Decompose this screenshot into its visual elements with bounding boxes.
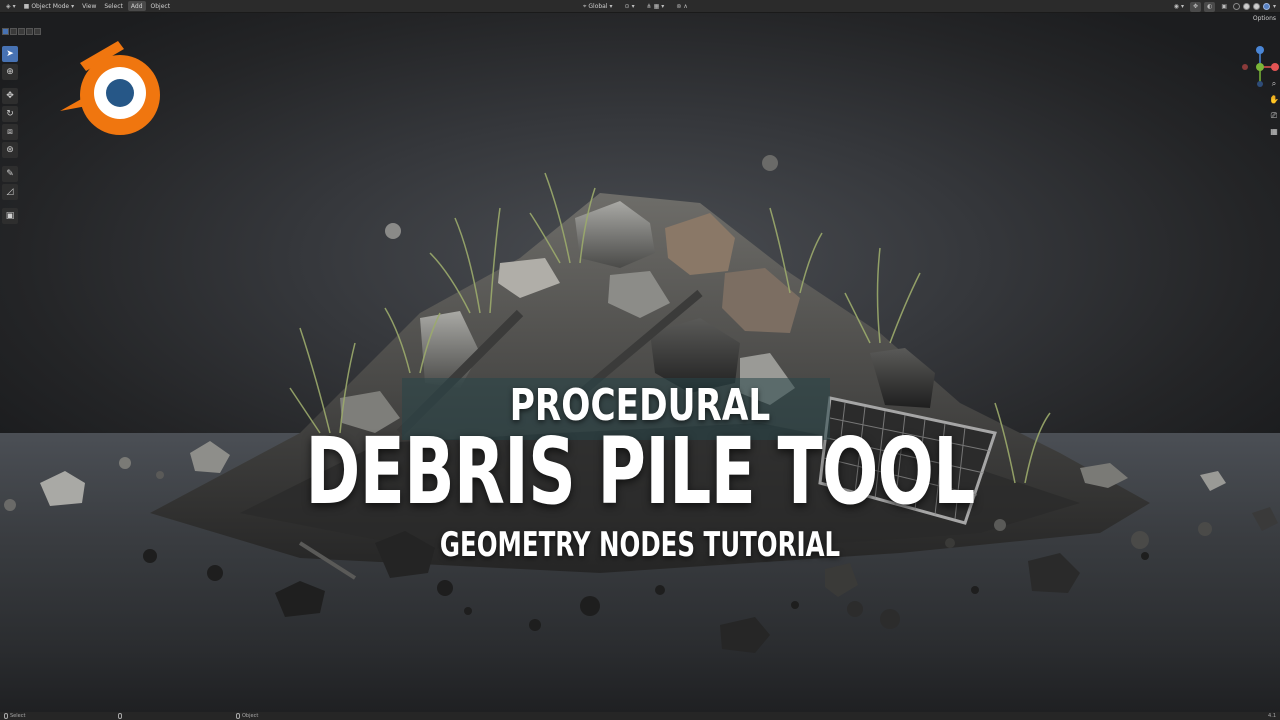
mouse-left-icon — [4, 713, 8, 719]
zoom-icon[interactable]: ⌕ — [1269, 79, 1279, 89]
chevron-down-icon: ▾ — [71, 2, 75, 10]
rotate-icon[interactable]: ↻ — [2, 106, 18, 122]
falloff-icon: ∧ — [683, 3, 688, 10]
snap-grid-icon: ▦ — [653, 3, 660, 10]
measure-icon[interactable]: ◿ — [2, 184, 18, 200]
transform-controls: ⌖ Global ▾ ⊙ ▾ ⋔ ▦ ▾ ⊚ ∧ — [580, 0, 691, 13]
chevron-down-icon: ▾ — [661, 3, 665, 10]
status-version: 4.1 — [1268, 713, 1276, 719]
menu-view[interactable]: View — [79, 1, 99, 11]
options-dropdown[interactable]: Options — [1253, 15, 1276, 22]
xray-icon: ▣ — [1221, 3, 1227, 10]
menu-object[interactable]: Object — [148, 1, 174, 11]
shading-solid-button[interactable] — [1242, 3, 1250, 10]
cursor-icon[interactable]: ⊕ — [2, 64, 18, 80]
title-line-2: DEBRIS PILE TOOL — [305, 418, 975, 525]
xray-toggle[interactable]: ▣ — [1218, 2, 1230, 12]
select-new-icon[interactable] — [2, 28, 9, 35]
debris-scene — [4, 155, 1278, 653]
select-invert-icon[interactable] — [26, 28, 33, 35]
select-extend-icon[interactable] — [10, 28, 17, 35]
select-intersect-icon[interactable] — [34, 28, 41, 35]
proportional-icon: ⊚ — [676, 3, 682, 10]
pivot-icon: ⊙ — [624, 3, 630, 10]
shading-material-button[interactable] — [1252, 3, 1260, 10]
chevron-down-icon: ▾ — [1181, 3, 1185, 10]
gizmo-toggle[interactable]: ✥ — [1190, 1, 1202, 12]
blender-logo — [44, 41, 160, 135]
mouse-middle-icon — [118, 713, 122, 719]
editor-type-icon: ◈ — [6, 2, 11, 10]
3d-viewport[interactable]: ➤ ⊕ ✥ ↻ ⧈ ⊛ ✎ ◿ ▣ ⌕ ✋ ⎚ ▦ — [0, 13, 1280, 712]
overlay-toggle[interactable]: ◐ — [1204, 1, 1216, 12]
status-object-label: Object — [242, 713, 259, 719]
grid-icon[interactable]: ▦ — [1269, 127, 1279, 137]
snap-toggle[interactable]: ⋔ ▦ ▾ — [644, 2, 668, 12]
orientation-icon: ⌖ — [583, 2, 587, 10]
gizmo-x-icon[interactable] — [1271, 63, 1279, 71]
overlay-icon: ◐ — [1207, 3, 1213, 10]
annotate-icon[interactable]: ✎ — [2, 166, 18, 182]
mode-label: Object Mode — [31, 2, 70, 10]
gizmo-neg-z-icon[interactable] — [1257, 81, 1263, 87]
gizmo-z-icon[interactable] — [1256, 46, 1264, 54]
mouse-right-icon — [236, 713, 240, 719]
chevron-down-icon: ▾ — [631, 3, 635, 10]
shading-wireframe-button[interactable] — [1232, 3, 1240, 10]
transform-icon[interactable]: ⊛ — [2, 142, 18, 158]
magnet-icon: ⋔ — [646, 3, 652, 10]
pan-icon[interactable]: ✋ — [1269, 95, 1279, 105]
select-box-icon[interactable]: ➤ — [2, 46, 18, 62]
status-select: Select — [4, 713, 25, 719]
chevron-down-icon[interactable]: ▾ — [1273, 3, 1276, 10]
title-line-3: GEOMETRY NODES TUTORIAL — [439, 525, 841, 565]
menu-add[interactable]: Add — [127, 1, 146, 11]
tool-shelf: ➤ ⊕ ✥ ↻ ⧈ ⊛ ✎ ◿ ▣ — [2, 46, 18, 224]
gizmo-icon: ✥ — [1193, 3, 1199, 10]
status-select-label: Select — [10, 713, 26, 719]
object-mode-icon: ■ — [23, 2, 30, 10]
pivot-selector[interactable]: ⊙ ▾ — [622, 2, 638, 12]
mode-selector[interactable]: ■ Object Mode ▾ — [21, 1, 77, 11]
orientation-label: Global — [588, 3, 608, 10]
gizmo-y-icon[interactable] — [1256, 63, 1264, 71]
selection-mode-row — [2, 28, 41, 35]
viewport-header: ◈ ▾ ■ Object Mode ▾ View Select Add Obje… — [0, 0, 1280, 13]
move-icon[interactable]: ✥ — [2, 88, 18, 104]
select-subtract-icon[interactable] — [18, 28, 25, 35]
scale-icon[interactable]: ⧈ — [2, 124, 18, 140]
add-cube-icon[interactable]: ▣ — [2, 208, 18, 224]
status-bar: Select Object 4.1 — [0, 712, 1280, 720]
eye-icon: ◉ — [1173, 3, 1180, 10]
shading-rendered-button[interactable] — [1262, 3, 1270, 10]
chevron-down-icon: ▾ — [609, 3, 613, 10]
camera-icon[interactable]: ⎚ — [1269, 111, 1279, 121]
menu-select[interactable]: Select — [101, 1, 126, 11]
orientation-selector[interactable]: ⌖ Global ▾ — [580, 2, 616, 12]
proportional-edit-button[interactable]: ⊚ ∧ — [673, 2, 690, 12]
editor-type-button[interactable]: ◈ ▾ — [3, 1, 19, 11]
chevron-down-icon: ▾ — [12, 2, 16, 10]
visibility-button[interactable]: ◉ ▾ — [1171, 2, 1187, 12]
status-mouse-middle — [118, 713, 122, 719]
status-object: Object — [236, 713, 258, 719]
gizmo-neg-x-icon[interactable] — [1242, 64, 1248, 70]
